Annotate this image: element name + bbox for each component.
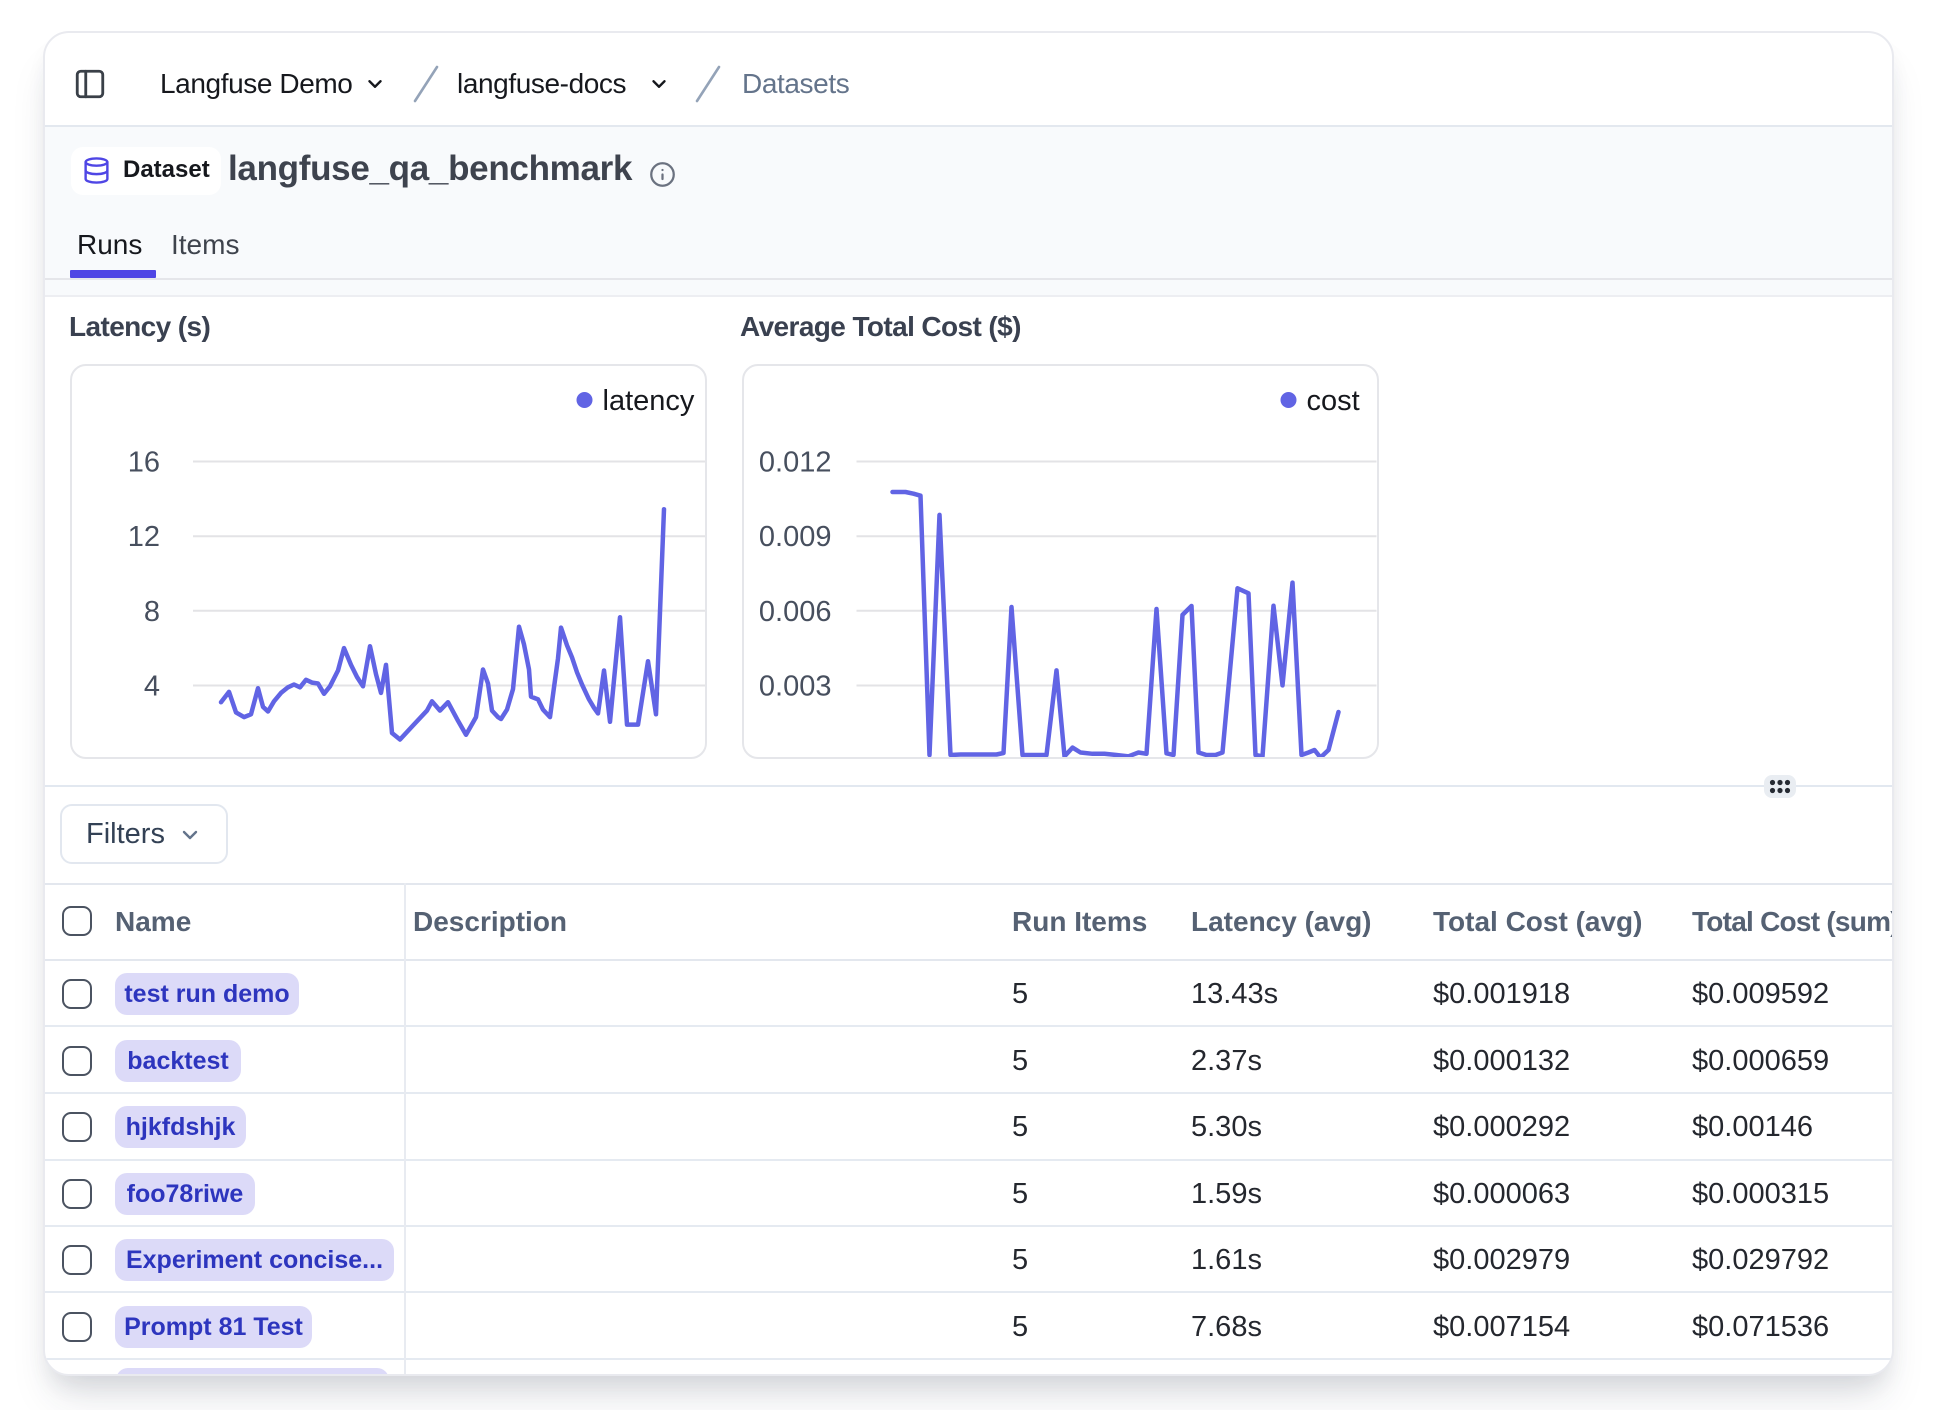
svg-text:latency: latency bbox=[603, 385, 695, 417]
svg-text:0.012: 0.012 bbox=[758, 446, 831, 478]
svg-text:16: 16 bbox=[128, 446, 160, 478]
svg-text:12: 12 bbox=[128, 521, 160, 553]
svg-text:cost: cost bbox=[1306, 385, 1359, 417]
svg-text:0.006: 0.006 bbox=[758, 595, 831, 627]
svg-text:0.003: 0.003 bbox=[758, 670, 831, 702]
svg-text:8: 8 bbox=[144, 595, 160, 627]
svg-text:0.009: 0.009 bbox=[758, 521, 831, 553]
svg-text:4: 4 bbox=[144, 670, 160, 702]
